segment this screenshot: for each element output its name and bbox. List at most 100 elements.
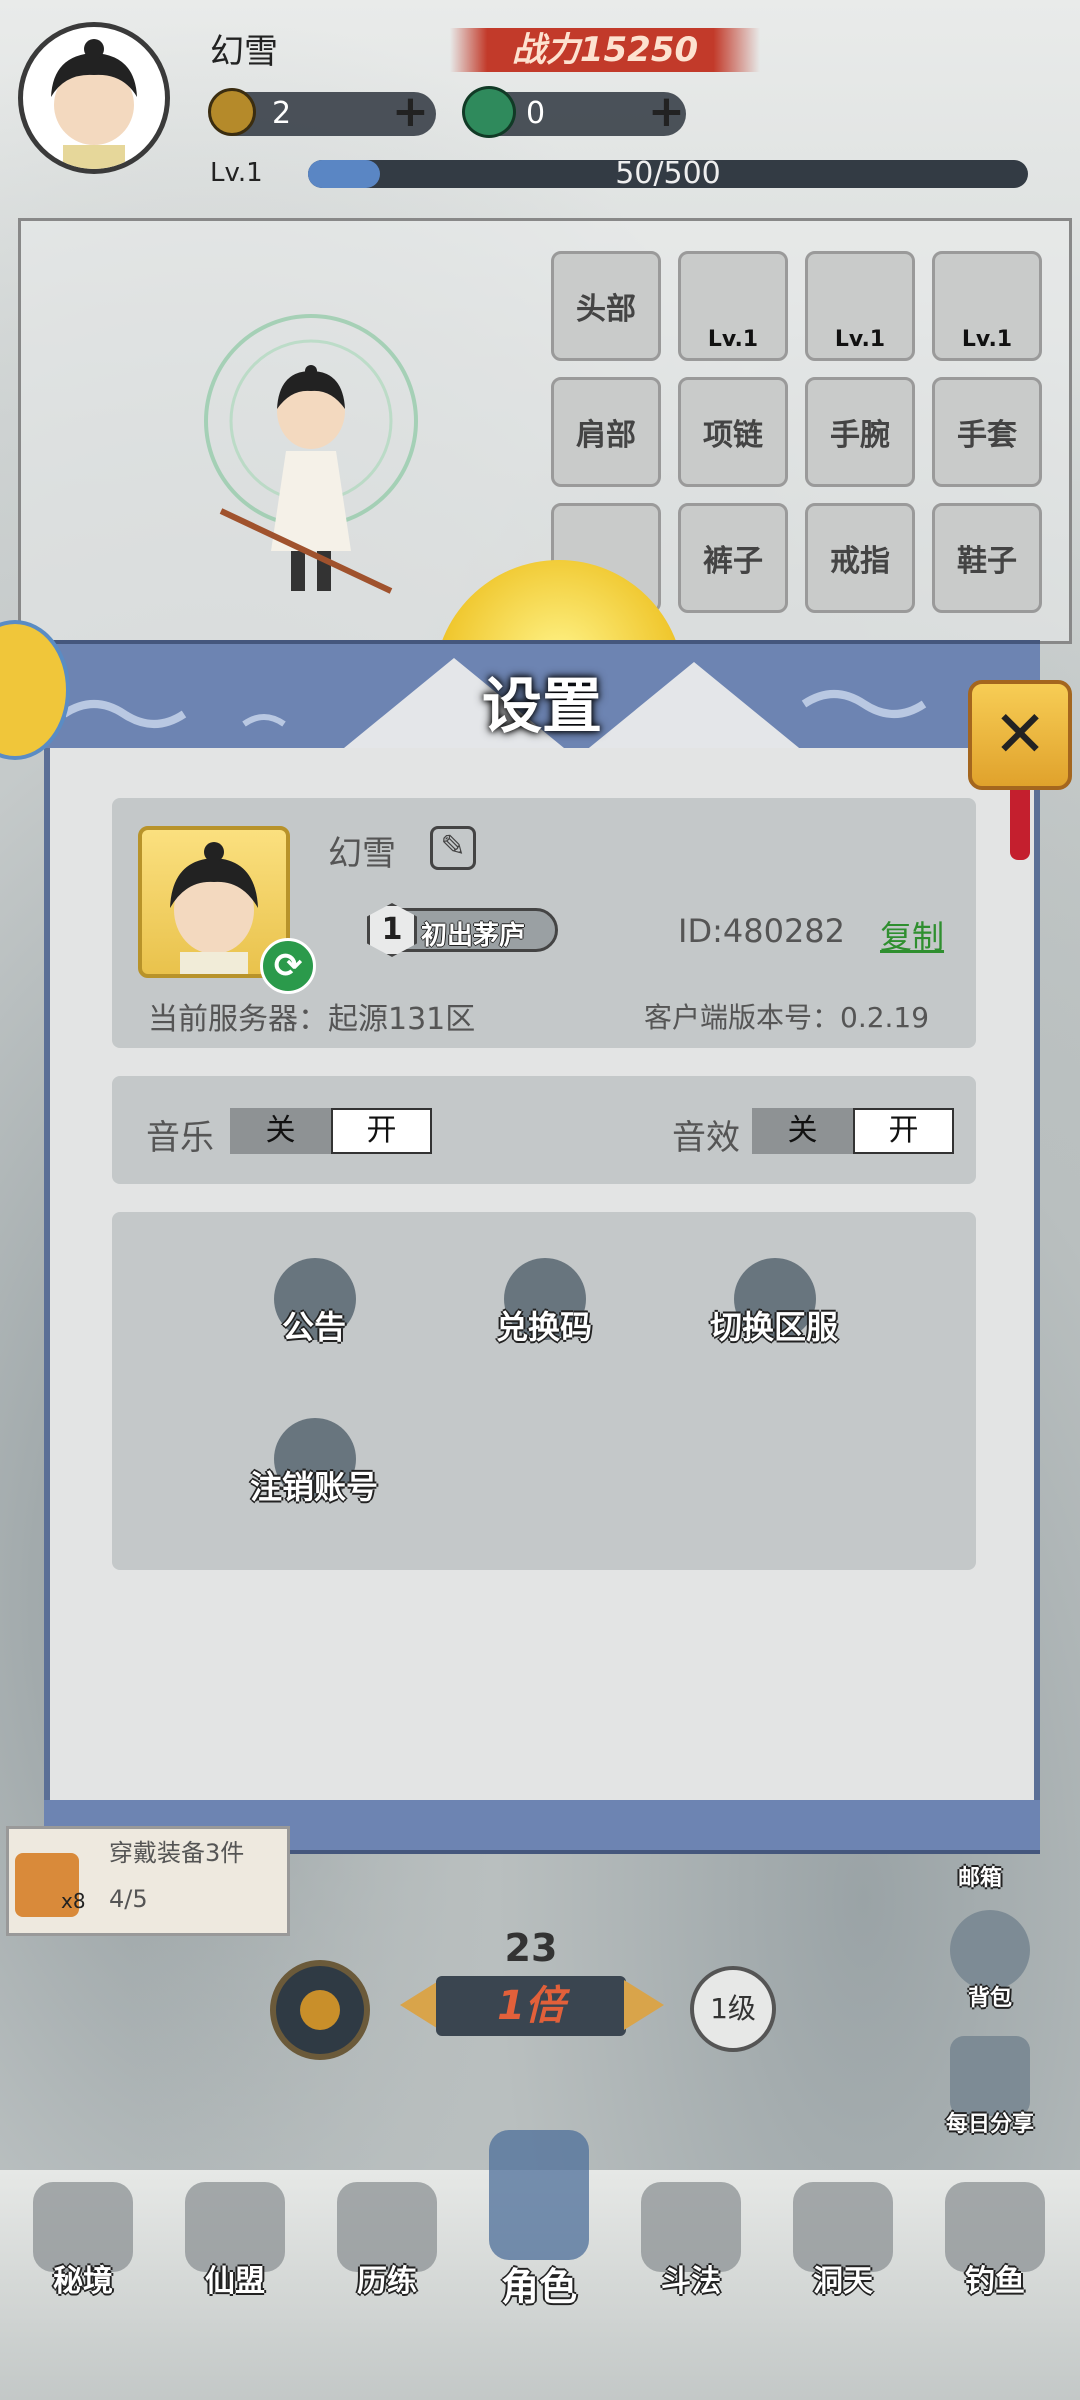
sfx-off-option[interactable]: 关: [752, 1108, 853, 1154]
music-label: 音乐: [146, 1118, 214, 1158]
nav-label: 洞天: [813, 2264, 873, 2299]
nav-label: 仙盟: [205, 2264, 265, 2299]
bag-button[interactable]: 背包: [940, 1910, 1040, 2020]
character-figure: [204, 314, 418, 594]
sfx-on-option[interactable]: 开: [853, 1108, 954, 1154]
equipment-slot-label: 戒指: [830, 544, 890, 579]
nav-label: 角色: [500, 2265, 577, 2309]
equipment-slot[interactable]: 肩部: [551, 377, 661, 487]
equipment-slot[interactable]: Lv.1: [678, 251, 788, 361]
edit-name-icon[interactable]: ✎: [430, 826, 476, 870]
nav-label: 历练: [357, 2264, 417, 2299]
equipment-slot[interactable]: Lv.1: [805, 251, 915, 361]
tassel-decoration: [1010, 790, 1030, 860]
equipment-slot[interactable]: 项链: [678, 377, 788, 487]
equipment-slot-label: 肩部: [576, 418, 636, 453]
settings-dialog: 设置 ⟳ 幻雪 ✎ 1 初出茅庐 ID:480282 复制 当前服务器：起源13…: [44, 560, 1072, 1854]
daily-share-button[interactable]: 每日分享: [940, 2036, 1040, 2146]
equipment-slot[interactable]: 手腕: [805, 377, 915, 487]
delete-account-button[interactable]: 注销账号: [204, 1418, 424, 1538]
equipment-slot[interactable]: 手套: [932, 377, 1042, 487]
stage-number: 23: [504, 1926, 558, 1970]
change-avatar-icon[interactable]: ⟳: [260, 938, 316, 994]
notice-label: 公告: [281, 1308, 346, 1346]
share-label: 每日分享: [945, 2112, 1034, 2137]
nav-item-3[interactable]: 角色: [464, 2130, 614, 2320]
music-toggle[interactable]: 关 开: [230, 1108, 432, 1154]
rank-badge: 1 初出茅庐: [367, 903, 558, 957]
equipment-slot-label: 项链: [703, 418, 763, 453]
equipment-slot[interactable]: 裤子: [678, 503, 788, 613]
music-on-option[interactable]: 开: [331, 1108, 432, 1154]
player-name: 幻雪: [210, 32, 278, 72]
equipment-slot[interactable]: 戒指: [805, 503, 915, 613]
equipment-slot[interactable]: 头部: [551, 251, 661, 361]
task-panel[interactable]: x8 穿戴装备3件 4/5: [6, 1826, 290, 1936]
speed-multiplier[interactable]: 1倍: [436, 1976, 626, 2036]
copy-id-button[interactable]: 复制: [880, 912, 944, 958]
bottom-navigation: 秘境 仙盟 历练 角色 斗法 洞天 钓鱼: [0, 2130, 1080, 2400]
share-icon: [950, 2036, 1030, 2116]
equipment-slot-label: 手套: [957, 418, 1017, 453]
jade-value: 0: [526, 96, 546, 131]
task-text: 穿戴装备3件: [109, 1839, 245, 1867]
audio-panel: 音乐 关 开 音效 关 开: [112, 1076, 976, 1184]
bag-label: 背包: [967, 1986, 1012, 2011]
combat-power-banner: 战力15250: [450, 28, 760, 72]
settings-gear-icon[interactable]: [270, 1960, 370, 2060]
exp-text: 50/500: [615, 156, 721, 191]
coin-icon: [208, 88, 256, 136]
notice-button[interactable]: 公告: [204, 1258, 424, 1378]
nav-label: 钓鱼: [965, 2264, 1025, 2299]
equipment-slot-level: Lv.1: [707, 327, 759, 352]
close-button[interactable]: ✕: [968, 680, 1072, 790]
server-info: 当前服务器：起源131区: [148, 1002, 476, 1037]
sfx-toggle[interactable]: 关 开: [752, 1108, 954, 1154]
add-coin-button[interactable]: +: [392, 90, 429, 134]
switch-server-label: 切换区服: [709, 1308, 838, 1346]
dialog-body: ⟳ 幻雪 ✎ 1 初出茅庐 ID:480282 复制 当前服务器：起源131区 …: [44, 748, 1040, 1808]
switch-server-button[interactable]: 切换区服: [664, 1258, 884, 1378]
nav-item-2[interactable]: 历练: [312, 2170, 462, 2320]
equipment-slot-label: 裤子: [703, 544, 763, 579]
profile-panel: ⟳ 幻雪 ✎ 1 初出茅庐 ID:480282 复制 当前服务器：起源131区 …: [112, 798, 976, 1048]
nav-item-5[interactable]: 洞天: [768, 2170, 918, 2320]
equipment-slot-level: Lv.1: [834, 327, 886, 352]
sfx-label: 音效: [672, 1118, 740, 1158]
redeem-code-button[interactable]: 兑换码: [434, 1258, 654, 1378]
client-version: 客户端版本号：0.2.19: [644, 1001, 930, 1034]
jade-icon: [462, 86, 516, 138]
task-reward-count: x8: [61, 1889, 86, 1913]
player-header: 幻雪 战力15250 2 + 0 + Lv.1 50/500: [0, 0, 1080, 200]
rank-number: 1: [367, 903, 417, 957]
mail-label: 邮箱: [957, 1866, 1002, 1891]
nav-item-4[interactable]: 斗法: [616, 2170, 766, 2320]
nav-item-0[interactable]: 秘境: [8, 2170, 158, 2320]
equipment-slot-label: 头部: [576, 292, 636, 327]
bag-icon: [950, 1910, 1030, 1990]
grade-badge[interactable]: 1级: [690, 1966, 776, 2052]
coin-value: 2: [272, 96, 292, 131]
equipment-slot[interactable]: 鞋子: [932, 503, 1042, 613]
player-id: ID:480282: [678, 912, 846, 950]
redeem-label: 兑换码: [495, 1308, 592, 1346]
level-label: Lv.1: [210, 158, 263, 188]
profile-name: 幻雪: [328, 834, 396, 874]
dialog-title: 设置: [482, 672, 602, 742]
equipment-slot-label: 手腕: [830, 418, 890, 453]
equipment-slot[interactable]: Lv.1: [932, 251, 1042, 361]
nav-label: 秘境: [53, 2264, 113, 2299]
nav-icon: [489, 2130, 589, 2260]
equipment-slot-label: 鞋子: [957, 544, 1017, 579]
nav-item-1[interactable]: 仙盟: [160, 2170, 310, 2320]
music-off-option[interactable]: 关: [230, 1108, 331, 1154]
delete-account-label: 注销账号: [249, 1468, 378, 1506]
add-jade-button[interactable]: +: [648, 90, 685, 134]
task-progress: 4/5: [109, 1885, 148, 1913]
nav-item-6[interactable]: 钓鱼: [920, 2170, 1070, 2320]
player-avatar[interactable]: [18, 22, 170, 174]
nav-label: 斗法: [661, 2264, 721, 2299]
equipment-slot-level: Lv.1: [961, 327, 1013, 352]
functions-panel: 公告 兑换码 切换区服 注销账号: [112, 1212, 976, 1570]
rank-title: 初出茅庐: [421, 921, 526, 951]
